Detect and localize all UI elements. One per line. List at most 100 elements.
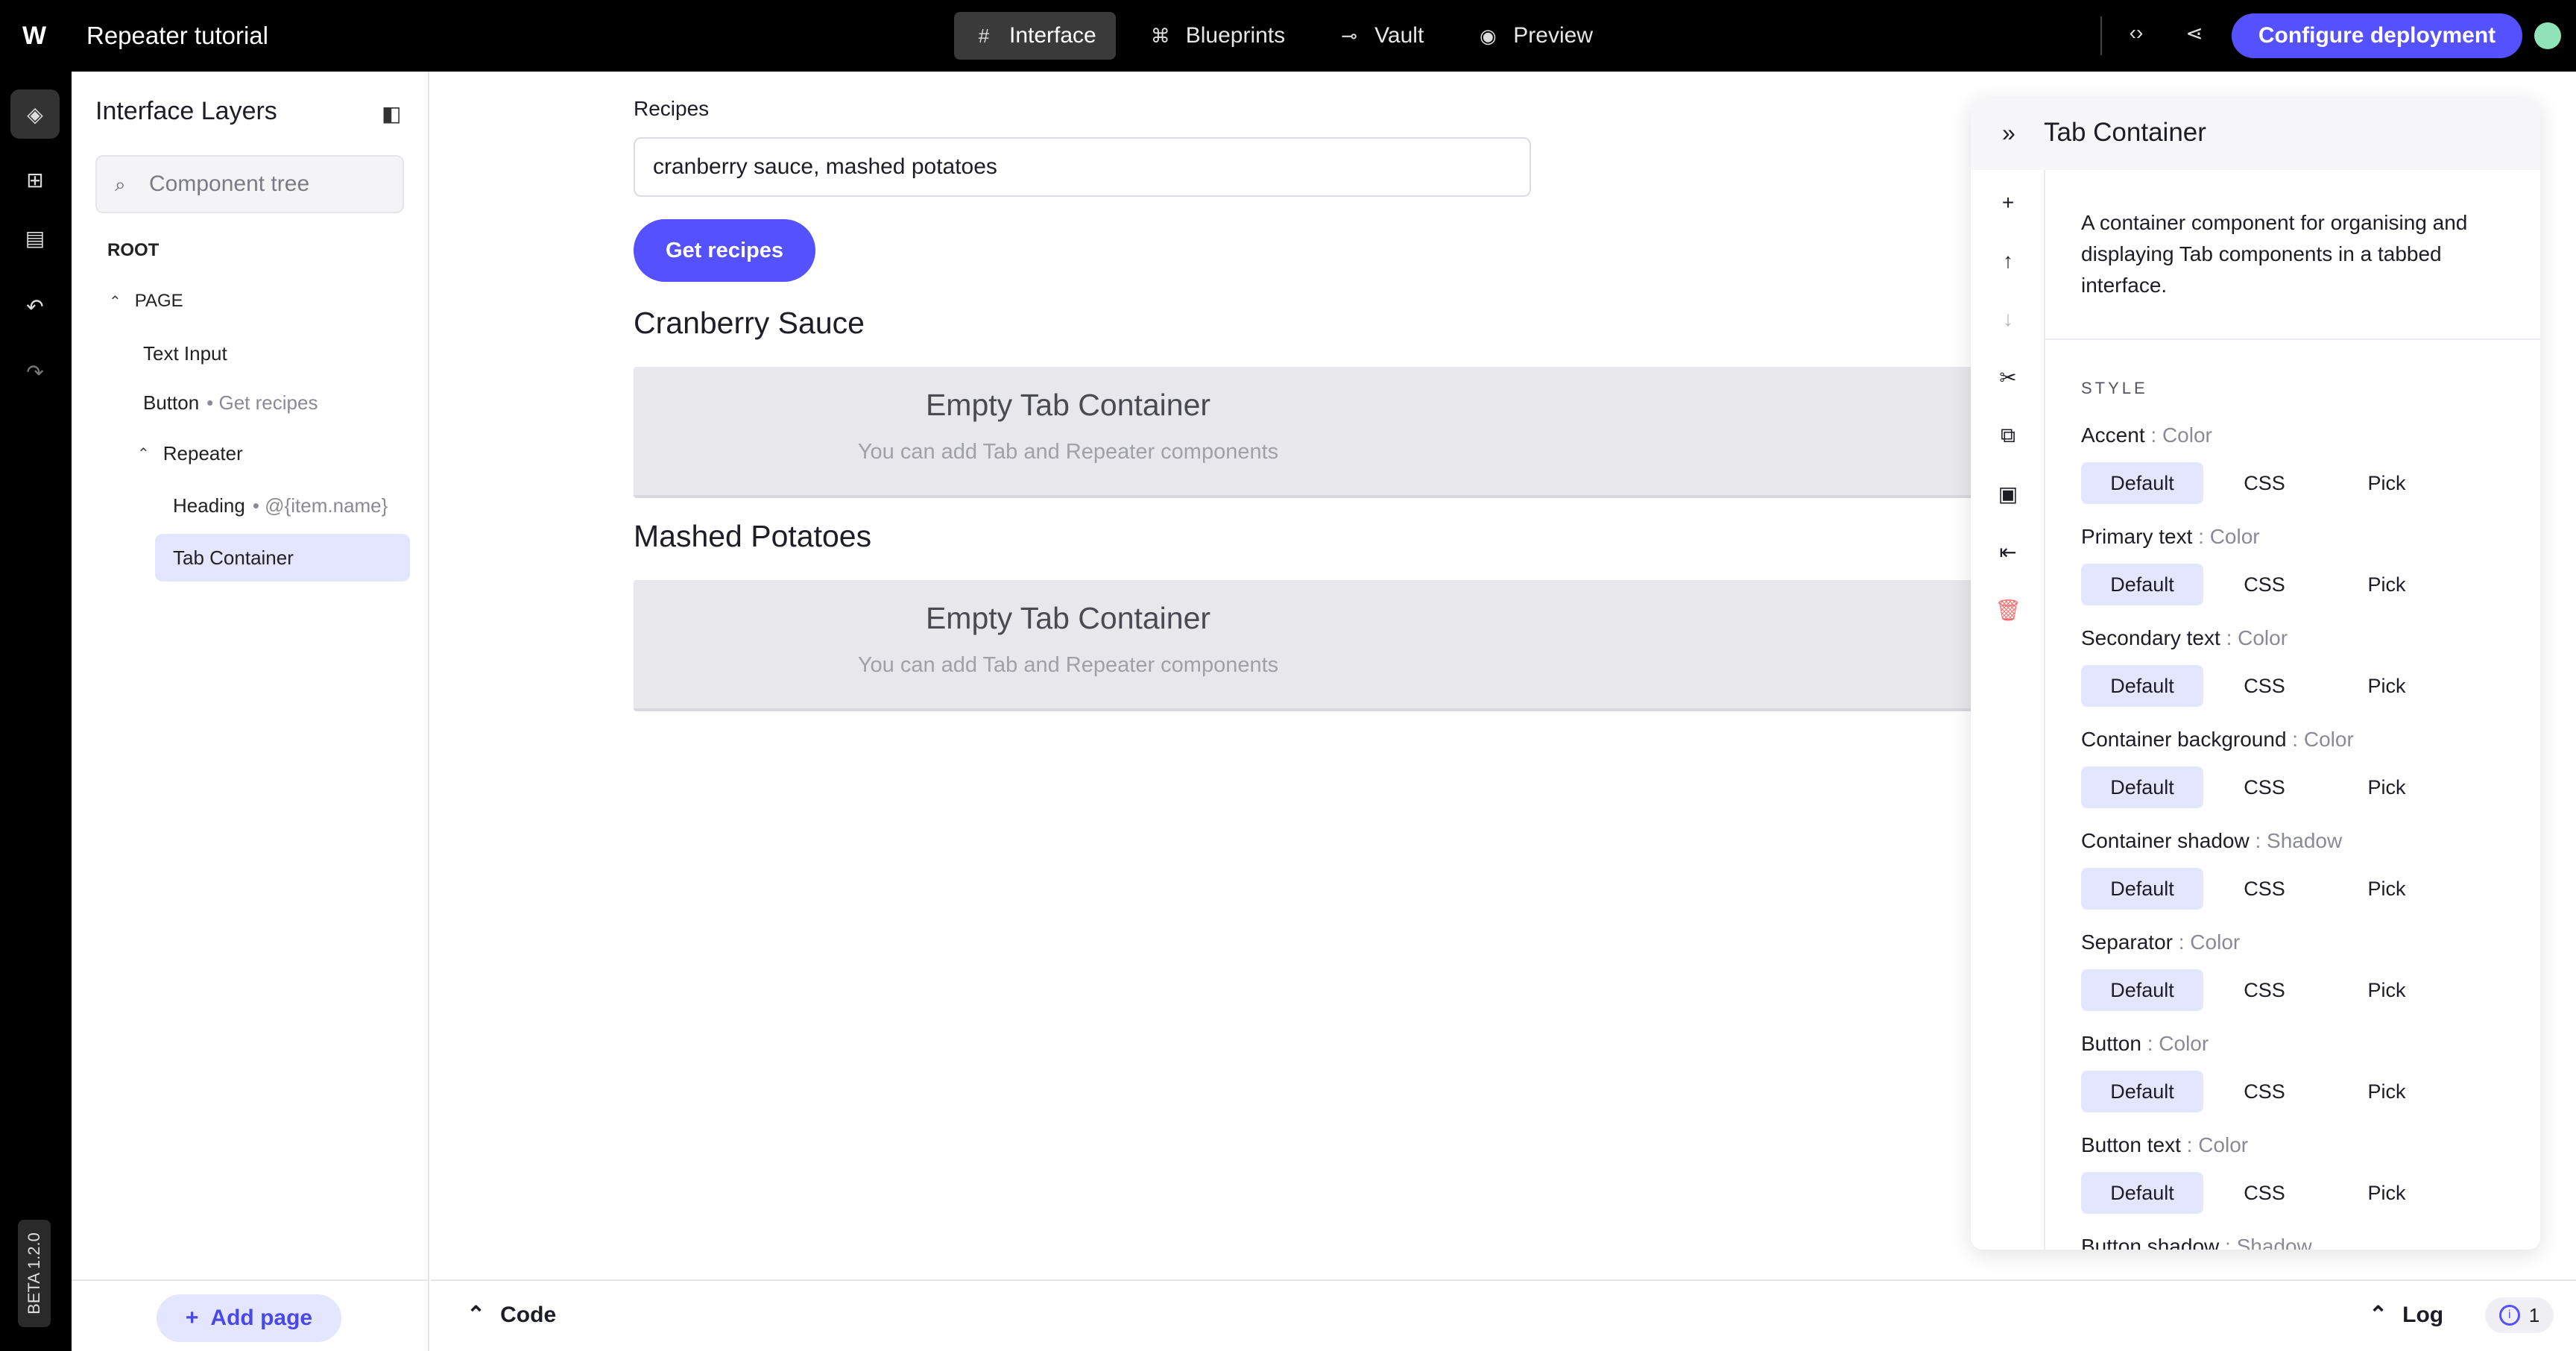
- style-prop-label: Accent : Color: [2081, 423, 2212, 447]
- prop-type: : Color: [2186, 1133, 2249, 1156]
- expand-panel-icon[interactable]: »: [2002, 119, 2015, 147]
- tree-item-root[interactable]: ROOT: [107, 227, 159, 274]
- layers-panel: Interface Layers ◧ ⌕ Component tree ROOT…: [72, 72, 429, 1279]
- status-indicator: [2534, 22, 2561, 49]
- tree-button-label: Button: [143, 391, 200, 414]
- log-label: Log: [2402, 1302, 2444, 1327]
- item-heading[interactable]: Mashed Potatoes: [634, 519, 871, 554]
- option-pick[interactable]: Pick: [2326, 766, 2448, 808]
- add-page-area: + Add page: [72, 1279, 429, 1351]
- redo-icon[interactable]: ↷: [10, 347, 60, 397]
- settings-header: » Tab Container: [1971, 98, 2540, 170]
- option-default[interactable]: Default: [2081, 969, 2203, 1011]
- option-pick[interactable]: Pick: [2326, 868, 2448, 910]
- log-count: 1: [2528, 1303, 2540, 1326]
- tree-item-button[interactable]: Button • Get recipes: [143, 379, 318, 426]
- option-css[interactable]: CSS: [2203, 665, 2326, 707]
- style-prop-label: Container background : Color: [2081, 728, 2354, 752]
- option-css[interactable]: CSS: [2203, 1071, 2326, 1112]
- move-up-icon[interactable]: ↑: [1993, 249, 2023, 273]
- tree-text-input-label: Text Input: [143, 341, 227, 365]
- add-child-icon[interactable]: +: [1993, 191, 2023, 215]
- chevron-up-icon[interactable]: ⌃: [109, 292, 121, 311]
- option-pick[interactable]: Pick: [2326, 564, 2448, 605]
- settings-title: Tab Container: [2044, 118, 2206, 147]
- recipes-input[interactable]: cranberry sauce, mashed potatoes: [634, 137, 1531, 197]
- nav-blueprints[interactable]: ⌘ Blueprints: [1131, 12, 1304, 60]
- configure-deployment-button[interactable]: Configure deployment: [2232, 13, 2522, 58]
- empty-tab-title: Empty Tab Container: [925, 601, 1211, 635]
- nav-vault-label: Vault: [1374, 23, 1424, 48]
- get-recipes-button[interactable]: Get recipes: [634, 219, 815, 282]
- option-default[interactable]: Default: [2081, 564, 2203, 605]
- tree-heading-label: Heading: [173, 494, 245, 517]
- log-toggle[interactable]: ⌃ Log: [2369, 1302, 2443, 1328]
- item-heading[interactable]: Cranberry Sauce: [634, 306, 865, 341]
- log-count-badge[interactable]: i 1: [2485, 1297, 2554, 1333]
- option-default[interactable]: Default: [2081, 665, 2203, 707]
- add-component-icon[interactable]: ⊞: [10, 155, 60, 204]
- tree-item-page[interactable]: ⌃ PAGE: [109, 277, 183, 325]
- tree-root-label: ROOT: [107, 240, 160, 260]
- component-settings-panel: » Tab Container + ↑ ↓ ✂ ⧉ ▣ ⇤ 🗑 A contai…: [1971, 98, 2540, 1250]
- prop-type: : Color: [2198, 525, 2260, 548]
- style-option-group: Default CSS Pick: [2081, 766, 2454, 808]
- component-description: A container component for organising and…: [2081, 211, 2468, 297]
- add-page-button[interactable]: + Add page: [157, 1294, 341, 1342]
- tree-item-tab-container[interactable]: Tab Container: [155, 534, 410, 582]
- go-to-parent-icon[interactable]: ⇤: [1993, 540, 2023, 564]
- option-default[interactable]: Default: [2081, 1172, 2203, 1214]
- prop-name: Secondary text: [2081, 626, 2220, 649]
- nav-preview[interactable]: ◉ Preview: [1458, 12, 1612, 60]
- blueprints-icon: ⌘: [1150, 24, 1170, 47]
- component-toolbar: + ↑ ↓ ✂ ⧉ ▣ ⇤ 🗑: [1971, 170, 2045, 1250]
- component-tree-search[interactable]: ⌕ Component tree: [95, 155, 404, 213]
- chevron-up-icon: ⌃: [467, 1303, 486, 1327]
- search-placeholder: Component tree: [149, 171, 310, 196]
- option-css[interactable]: CSS: [2203, 969, 2326, 1011]
- prop-name: Button shadow: [2081, 1235, 2220, 1250]
- prop-name: Separator: [2081, 930, 2173, 954]
- nav-vault[interactable]: ⊸ Vault: [1319, 12, 1443, 60]
- prop-type: : Color: [2226, 626, 2288, 649]
- style-option-group: Default CSS Pick: [2081, 1071, 2454, 1112]
- paste-icon[interactable]: ▣: [1993, 482, 2023, 506]
- chevron-up-icon[interactable]: ⌃: [137, 444, 150, 463]
- option-pick[interactable]: Pick: [2326, 969, 2448, 1011]
- tree-button-detail: • Get recipes: [206, 391, 318, 414]
- nav-interface[interactable]: # Interface: [954, 12, 1116, 60]
- undo-icon[interactable]: ↶: [10, 282, 60, 331]
- option-pick[interactable]: Pick: [2326, 462, 2448, 504]
- style-option-group: Default CSS Pick: [2081, 665, 2454, 707]
- code-icon[interactable]: ‹›: [2121, 21, 2151, 45]
- option-css[interactable]: CSS: [2203, 1172, 2326, 1214]
- app-logo[interactable]: W: [22, 21, 52, 51]
- option-default[interactable]: Default: [2081, 766, 2203, 808]
- share-icon[interactable]: ⋖: [2179, 21, 2209, 45]
- comment-icon[interactable]: ▤: [10, 213, 60, 262]
- option-css[interactable]: CSS: [2203, 868, 2326, 910]
- option-pick[interactable]: Pick: [2326, 665, 2448, 707]
- prop-name: Accent: [2081, 423, 2145, 447]
- hash-icon: #: [978, 24, 990, 47]
- option-css[interactable]: CSS: [2203, 564, 2326, 605]
- prop-name: Container shadow: [2081, 829, 2250, 852]
- option-pick[interactable]: Pick: [2326, 1071, 2448, 1112]
- code-toggle[interactable]: ⌃ Code: [467, 1302, 556, 1328]
- empty-tab-title: Empty Tab Container: [925, 388, 1211, 422]
- option-default[interactable]: Default: [2081, 462, 2203, 504]
- option-pick[interactable]: Pick: [2326, 1172, 2448, 1214]
- tree-item-text-input[interactable]: Text Input: [143, 330, 227, 377]
- tree-item-heading[interactable]: Heading • @{item.name}: [173, 482, 388, 529]
- collapse-panel-icon[interactable]: ◧: [382, 101, 401, 126]
- option-default[interactable]: Default: [2081, 868, 2203, 910]
- move-down-icon[interactable]: ↓: [1993, 307, 2023, 331]
- delete-icon[interactable]: 🗑: [1993, 598, 2023, 623]
- layers-icon[interactable]: ◈: [10, 89, 60, 139]
- option-css[interactable]: CSS: [2203, 462, 2326, 504]
- tree-item-repeater[interactable]: ⌃ Repeater: [137, 429, 243, 477]
- copy-icon[interactable]: ⧉: [1993, 423, 2023, 448]
- cut-icon[interactable]: ✂: [1993, 365, 2023, 390]
- option-css[interactable]: CSS: [2203, 766, 2326, 808]
- option-default[interactable]: Default: [2081, 1071, 2203, 1112]
